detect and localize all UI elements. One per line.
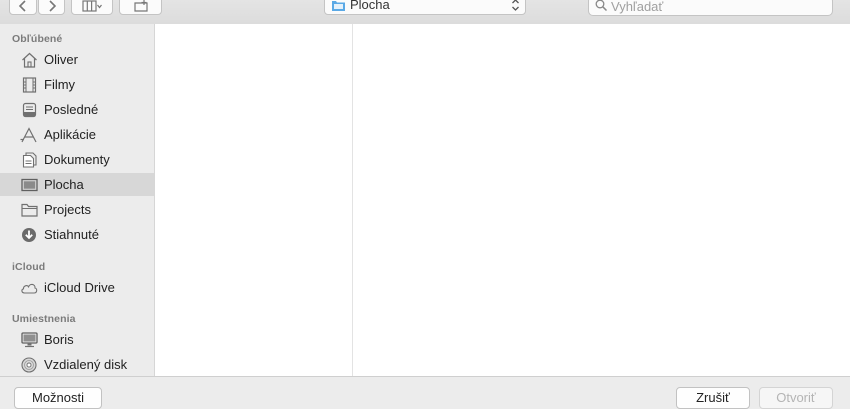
sidebar-item-label: Vzdialený disk bbox=[44, 357, 128, 372]
documents-icon bbox=[20, 151, 38, 169]
chevron-left-icon bbox=[18, 0, 26, 12]
disc-icon bbox=[20, 356, 38, 374]
sidebar-section-locations: Umiestnenia bbox=[12, 313, 76, 325]
sidebar-item-oliver[interactable]: Oliver bbox=[0, 48, 154, 71]
popup-stepper-icon bbox=[512, 0, 519, 11]
view-mode-button[interactable] bbox=[71, 0, 113, 15]
folder-icon bbox=[20, 201, 38, 219]
column-view-icon bbox=[82, 0, 102, 12]
sidebar-item-label: Dokumenty bbox=[44, 152, 110, 167]
sidebar-item-label: Filmy bbox=[44, 77, 76, 92]
browser-column-1[interactable] bbox=[155, 24, 353, 376]
cloud-icon bbox=[20, 279, 38, 297]
chevron-right-icon bbox=[48, 0, 56, 12]
open-button[interactable]: Otvoriť bbox=[759, 387, 833, 409]
sidebar-item-label: Plocha bbox=[44, 177, 84, 192]
applications-icon bbox=[20, 126, 38, 144]
column-browser[interactable] bbox=[155, 24, 850, 376]
recents-icon bbox=[20, 101, 38, 119]
search-input[interactable] bbox=[611, 0, 821, 14]
dialog-footer: Možnosti Zrušiť Otvoriť bbox=[0, 376, 850, 409]
sidebar-item-label: iCloud Drive bbox=[44, 280, 115, 295]
cancel-button[interactable]: Zrušiť bbox=[676, 387, 750, 409]
download-icon bbox=[20, 226, 38, 244]
desktop-folder-icon bbox=[332, 1, 345, 11]
sidebar-item-dokumenty[interactable]: Dokumenty bbox=[0, 148, 154, 171]
computer-icon bbox=[20, 331, 38, 349]
sidebar-item-label: Projects bbox=[44, 202, 91, 217]
sidebar-item-label: Stiahnuté bbox=[44, 227, 99, 242]
sidebar-item-vzdialeny-disk[interactable]: Vzdialený disk bbox=[0, 353, 154, 376]
sidebar-item-plocha[interactable]: Plocha bbox=[0, 173, 154, 196]
location-popup[interactable]: Plocha bbox=[324, 0, 526, 15]
new-folder-icon bbox=[133, 0, 148, 12]
home-icon bbox=[20, 51, 38, 69]
sidebar-item-filmy[interactable]: Filmy bbox=[0, 73, 154, 96]
film-icon bbox=[20, 76, 38, 94]
forward-button[interactable] bbox=[38, 0, 65, 15]
search-field[interactable] bbox=[588, 0, 833, 16]
desktop-icon bbox=[20, 176, 38, 194]
sidebar: Obľúbené Oliver Filmy Posledné Aplikácie… bbox=[0, 24, 155, 376]
sidebar-item-stiahnute[interactable]: Stiahnuté bbox=[0, 223, 154, 246]
sidebar-item-boris[interactable]: Boris bbox=[0, 328, 154, 351]
sidebar-item-aplikacie[interactable]: Aplikácie bbox=[0, 123, 154, 146]
sidebar-item-label: Aplikácie bbox=[44, 127, 97, 142]
sidebar-item-label: Oliver bbox=[44, 52, 78, 67]
location-label: Plocha bbox=[350, 0, 390, 12]
back-button[interactable] bbox=[9, 0, 37, 15]
search-icon bbox=[595, 0, 608, 12]
sidebar-section-icloud: iCloud bbox=[12, 261, 46, 273]
sidebar-item-posledne[interactable]: Posledné bbox=[0, 98, 154, 121]
sidebar-section-favorites: Obľúbené bbox=[12, 33, 63, 45]
sidebar-item-label: Boris bbox=[44, 332, 74, 347]
browser-column-2[interactable] bbox=[353, 24, 850, 376]
sidebar-item-label: Posledné bbox=[44, 102, 99, 117]
sidebar-item-icloud-drive[interactable]: iCloud Drive bbox=[0, 276, 154, 299]
toolbar: Plocha bbox=[0, 0, 850, 25]
options-button[interactable]: Možnosti bbox=[14, 387, 102, 409]
new-folder-button[interactable] bbox=[119, 0, 162, 15]
sidebar-item-projects[interactable]: Projects bbox=[0, 198, 154, 221]
